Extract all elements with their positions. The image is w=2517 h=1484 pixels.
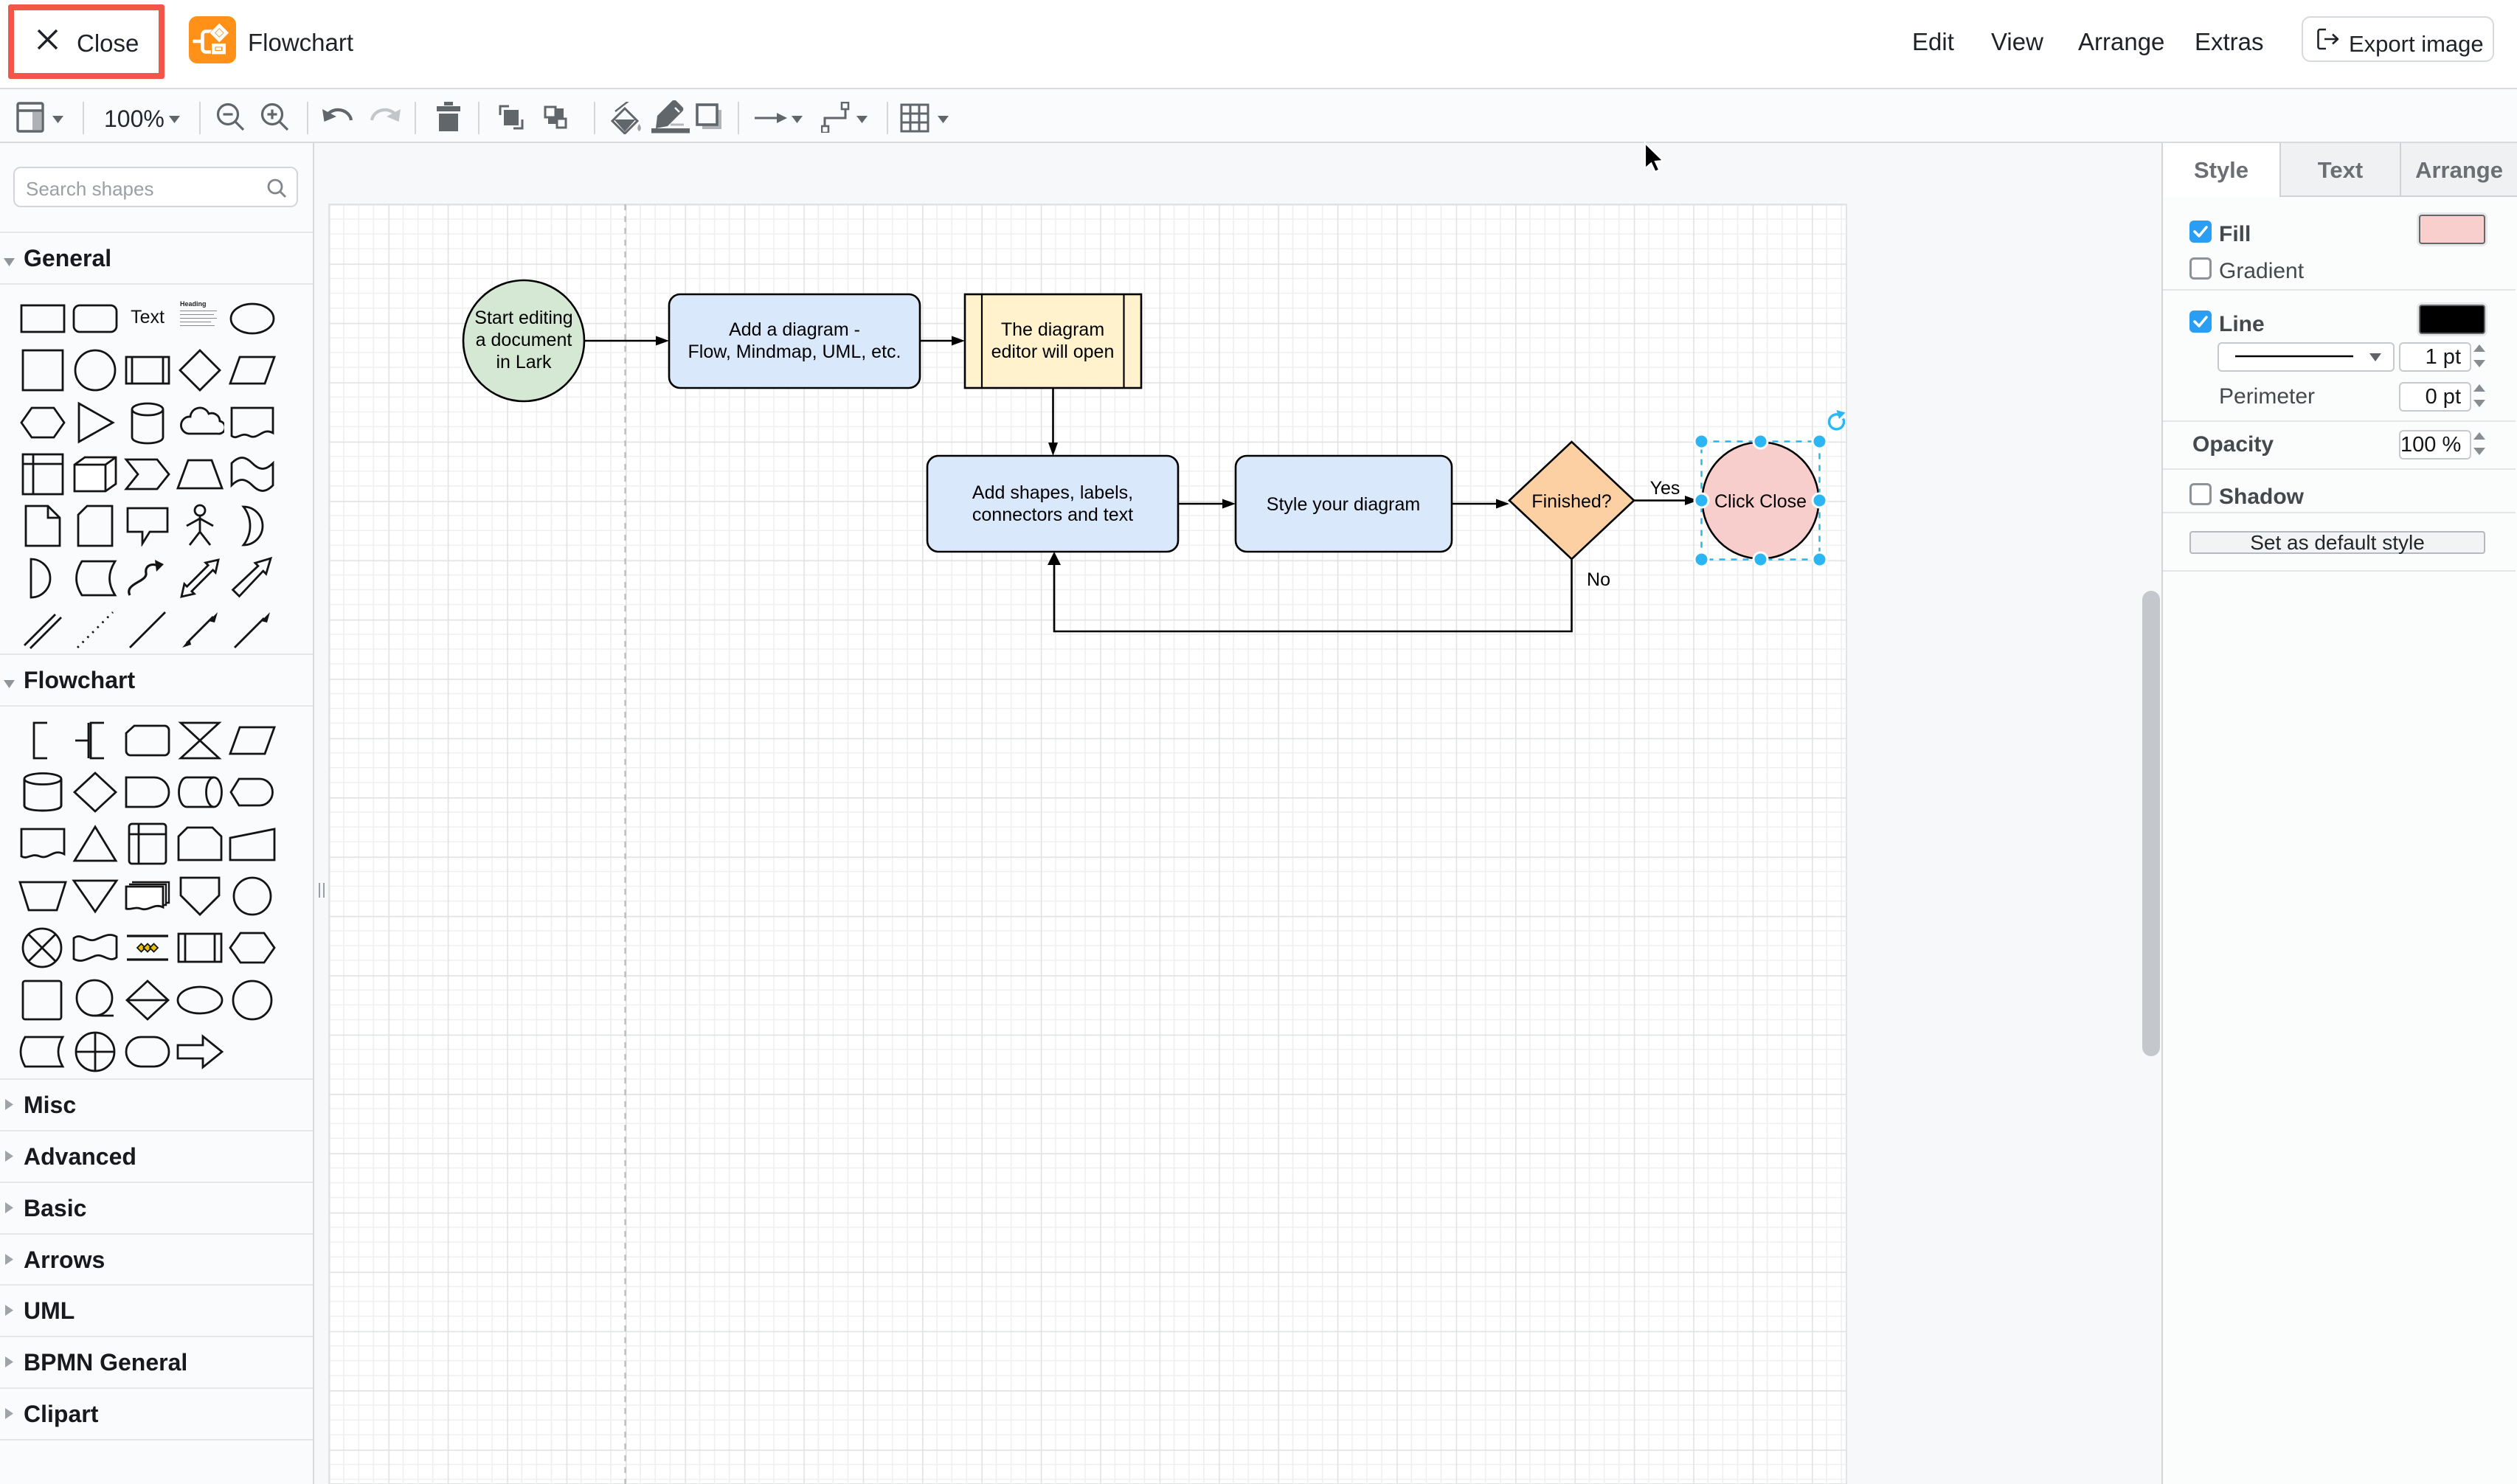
svg-text:Finished?: Finished? [1531, 491, 1611, 512]
svg-text:Style your diagram: Style your diagram [1267, 494, 1420, 515]
svg-text:Add shapes, labels,: Add shapes, labels, [972, 482, 1133, 503]
svg-text:connectors and text: connectors and text [972, 505, 1133, 525]
svg-text:Flow, Mindmap, UML, etc.: Flow, Mindmap, UML, etc. [688, 341, 901, 362]
svg-text:Yes: Yes [1650, 478, 1680, 499]
svg-text:Add a diagram -: Add a diagram - [729, 319, 860, 340]
svg-text:No: No [1587, 569, 1610, 590]
svg-text:Start editing: Start editing [474, 308, 572, 328]
svg-text:editor will open: editor will open [991, 341, 1115, 362]
svg-text:Click Close: Click Close [1714, 491, 1807, 512]
svg-text:The diagram: The diagram [1001, 319, 1104, 340]
svg-text:in Lark: in Lark [496, 352, 552, 372]
svg-text:a document: a document [476, 330, 572, 350]
